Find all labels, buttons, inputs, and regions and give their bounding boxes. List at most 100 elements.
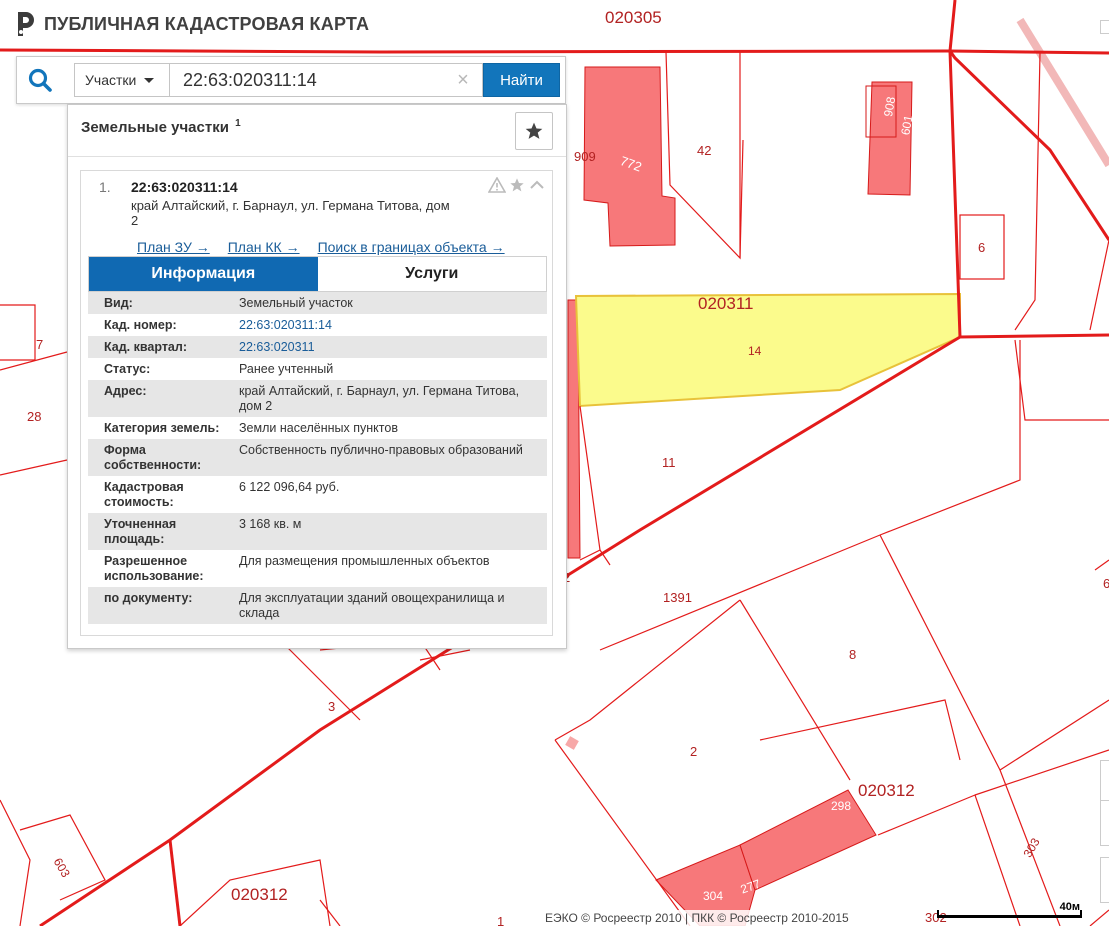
- result-card[interactable]: 1. 22:63:020311:14 край Алтайский, г. Ба…: [80, 170, 553, 636]
- info-row-address: Адрес: край Алтайский, г. Барнаул, ул. Г…: [88, 380, 547, 417]
- info-value: Для эксплуатации зданий овощехранилища и…: [239, 591, 505, 620]
- info-key: Вид:: [104, 296, 133, 310]
- chevron-down-icon: [144, 77, 155, 83]
- info-row-by-document: по документу: Для эксплуатации зданий ов…: [88, 587, 547, 624]
- info-row-permitted-use: Разрешенное использование: Для размещени…: [88, 550, 547, 587]
- scale-line: [937, 915, 1082, 918]
- results-count: 1: [235, 118, 241, 129]
- info-value: Собственность публично-правовых образова…: [239, 443, 523, 457]
- scale-tick: [1080, 910, 1082, 918]
- label-11: 11: [662, 455, 676, 470]
- info-value: Земли населённых пунктов: [239, 421, 398, 435]
- label-8: 8: [849, 647, 856, 662]
- label-quarter-020312-b: 020312: [231, 885, 288, 904]
- info-value: Земельный участок: [239, 296, 353, 310]
- search-type-dropdown[interactable]: Участки: [74, 63, 169, 97]
- map-corner-toggle[interactable]: [1100, 20, 1109, 34]
- info-key: Статус:: [104, 362, 151, 376]
- building-277[interactable]: [739, 789, 877, 891]
- label-2: 2: [690, 744, 697, 759]
- label-909: 909: [574, 149, 596, 164]
- app-title: ПУБЛИЧНАЯ КАДАСТРОВАЯ КАРТА: [44, 13, 370, 34]
- results-title: Земельные участки 1: [81, 118, 241, 136]
- search-type-label: Участки: [85, 72, 137, 88]
- label-quarter-020305: 020305: [605, 8, 662, 27]
- info-key: Форма собственности:: [104, 443, 202, 472]
- app-header: ПУБЛИЧНАЯ КАДАСТРОВАЯ КАРТА: [14, 9, 369, 39]
- label-quarter-020312: 020312: [858, 781, 915, 800]
- label-14: 14: [748, 344, 762, 358]
- favorites-button[interactable]: [515, 112, 553, 150]
- tab-services[interactable]: Услуги: [317, 257, 546, 291]
- result-number: 1.: [99, 179, 111, 195]
- label-28: 28: [27, 409, 41, 424]
- info-key: Разрешенное использование:: [104, 554, 204, 583]
- label-1391: 1391: [663, 590, 692, 605]
- clear-icon[interactable]: ×: [453, 70, 473, 90]
- info-value-link[interactable]: 22:63:020311:14: [239, 318, 547, 333]
- label-7: 7: [36, 337, 43, 352]
- info-row-cadastral-value: Кадастровая стоимость: 6 122 096,64 руб.: [88, 476, 547, 513]
- label-quarter-020311: 020311: [698, 294, 753, 313]
- label-303: 303: [1021, 835, 1043, 860]
- info-key: Адрес:: [104, 384, 147, 398]
- card-actions: [488, 177, 546, 193]
- label-3: 3: [328, 699, 335, 714]
- info-row-status: Статус: Ранее учтенный: [88, 358, 547, 380]
- info-key: Уточненная площадь:: [104, 517, 177, 546]
- info-table: Вид: Земельный участок Кад. номер: 22:63…: [88, 292, 547, 624]
- chevron-up-icon[interactable]: [528, 177, 546, 193]
- info-key: по документу:: [104, 591, 193, 605]
- rosreestr-logo-icon[interactable]: [14, 10, 36, 38]
- info-value: край Алтайский, г. Барнаул, ул. Германа …: [239, 384, 520, 413]
- small-object: [565, 736, 579, 750]
- label-1: 1: [497, 914, 504, 926]
- search-input[interactable]: [169, 63, 483, 97]
- label-603: 603: [51, 855, 73, 880]
- info-row-land-category: Категория земель: Земли населённых пункт…: [88, 417, 547, 439]
- search-icon[interactable]: [27, 67, 53, 93]
- selected-parcel-14[interactable]: [574, 292, 961, 408]
- search-bar: Участки × Найти: [16, 56, 566, 104]
- info-row-ownership: Форма собственности: Собственность публи…: [88, 439, 547, 476]
- star-icon: [525, 122, 543, 139]
- plan-zu-link[interactable]: План ЗУ →: [137, 239, 210, 255]
- info-row-area: Уточненная площадь: 3 168 кв. м: [88, 513, 547, 550]
- info-key: Кадастровая стоимость:: [104, 480, 184, 509]
- star-outline-icon[interactable]: [508, 177, 526, 193]
- info-key: Категория земель:: [104, 421, 220, 435]
- road-line: [1016, 17, 1109, 168]
- info-row-cadastral-number: Кад. номер: 22:63:020311:14: [88, 314, 547, 336]
- tab-info[interactable]: Информация: [89, 257, 318, 291]
- info-value: Ранее учтенный: [239, 362, 334, 376]
- info-row-cadastral-quarter: Кад. квартал: 22:63:020311: [88, 336, 547, 358]
- results-header: Земельные участки 1: [68, 105, 566, 157]
- results-title-text: Земельные участки: [81, 119, 229, 136]
- warning-icon[interactable]: [488, 177, 506, 193]
- label-6-right: 6: [1103, 576, 1109, 591]
- plan-kk-link[interactable]: План КК →: [228, 239, 300, 255]
- results-panel: Земельные участки 1 1. 22:63:020311:14 к…: [67, 104, 567, 649]
- info-value-link[interactable]: 22:63:020311: [239, 340, 547, 355]
- info-row-type: Вид: Земельный участок: [88, 292, 547, 314]
- info-key: Кад. квартал:: [104, 340, 187, 354]
- copyright-text: ЕЭКО © Росреестр 2010 | ПКК © Росреестр …: [542, 910, 852, 926]
- label-298: 298: [831, 799, 851, 813]
- label-6: 6: [978, 240, 985, 255]
- map-layer-control[interactable]: [1100, 857, 1109, 903]
- result-cadastral-id[interactable]: 22:63:020311:14: [131, 179, 238, 195]
- scale-label: 40м: [1059, 901, 1080, 913]
- search-in-bounds-link[interactable]: Поиск в границах объекта →: [318, 239, 505, 255]
- label-42: 42: [697, 143, 711, 158]
- map-zoom-control-2[interactable]: [1100, 800, 1109, 846]
- label-304: 304: [703, 889, 723, 903]
- result-links: План ЗУ → План КК → Поиск в границах объ…: [137, 239, 505, 255]
- scale-tick: [937, 910, 939, 918]
- label-601: 601: [898, 114, 915, 136]
- info-value: 6 122 096,64 руб.: [239, 480, 340, 494]
- info-value: 3 168 кв. м: [239, 517, 302, 531]
- scale-bar: 40м: [937, 901, 1082, 920]
- info-key: Кад. номер:: [104, 318, 177, 332]
- search-submit-button[interactable]: Найти: [483, 63, 560, 97]
- result-tabs: Информация Услуги: [88, 256, 547, 292]
